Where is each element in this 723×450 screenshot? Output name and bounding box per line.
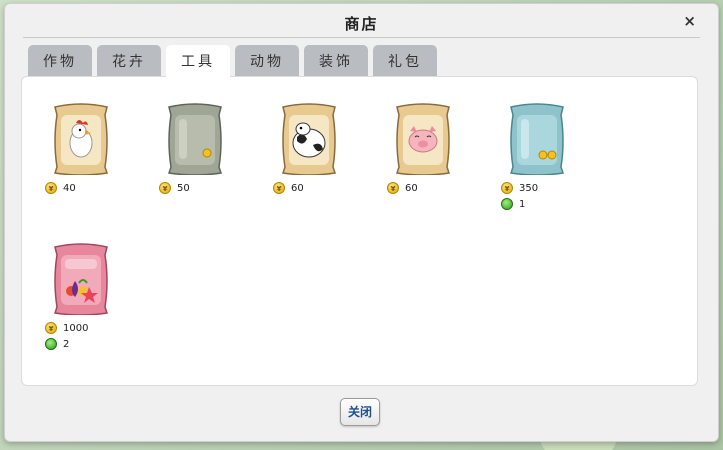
gem-price: 2 <box>45 337 69 351</box>
coin-price: ¥ 60 <box>387 181 418 195</box>
coin-icon: ¥ <box>273 182 285 194</box>
pink-fruit-bag-icon <box>54 243 108 315</box>
gem-price-value: 2 <box>63 338 70 350</box>
item-grid-panel: ¥ 40 ¥ 50 ¥ 60 ¥ 60 ¥ 350 1 ¥ 1000 2 <box>21 76 698 386</box>
gem-icon <box>501 198 513 210</box>
gem-price: 1 <box>501 197 525 211</box>
coin-icon: ¥ <box>387 182 399 194</box>
shop-dialog: 商店 × 作物 花卉 工具 动物 装饰 礼包 ¥ 40 ¥ 50 ¥ 60 ¥ … <box>4 3 719 442</box>
coin-price-value: 60 <box>405 182 418 194</box>
coin-price-value: 40 <box>63 182 76 194</box>
coin-price: ¥ 1000 <box>45 321 88 335</box>
shop-item[interactable]: ¥ 40 <box>45 101 131 211</box>
gem-price-value: 1 <box>519 198 526 210</box>
shop-item[interactable]: ¥ 50 <box>159 101 245 211</box>
blue-fertilizer-bag-icon <box>510 103 564 175</box>
tab-decorations[interactable]: 装饰 <box>304 45 368 79</box>
coin-price: ¥ 60 <box>273 181 304 195</box>
coin-icon: ¥ <box>45 182 57 194</box>
gray-fertilizer-bag-icon <box>168 103 222 175</box>
coin-price-value: 1000 <box>63 322 89 334</box>
shop-item[interactable]: ¥ 1000 2 <box>45 241 131 351</box>
gem-icon <box>45 338 57 350</box>
coin-icon: ¥ <box>45 322 57 334</box>
dialog-title: 商店 <box>344 15 379 33</box>
close-button[interactable]: 关闭 <box>340 398 380 426</box>
coin-price: ¥ 40 <box>45 181 76 195</box>
pig-feed-bag-icon <box>396 103 450 175</box>
coin-price: ¥ 350 <box>501 181 538 195</box>
coin-icon: ¥ <box>501 182 513 194</box>
chicken-feed-bag-icon <box>54 103 108 175</box>
shop-item[interactable]: ¥ 60 <box>387 101 473 211</box>
shop-item[interactable]: ¥ 60 <box>273 101 359 211</box>
tab-flowers[interactable]: 花卉 <box>97 45 161 79</box>
cow-feed-bag-icon <box>282 103 336 175</box>
tab-animals[interactable]: 动物 <box>235 45 299 79</box>
tab-gift-packs[interactable]: 礼包 <box>373 45 437 79</box>
close-icon[interactable]: × <box>683 13 696 29</box>
coin-price: ¥ 50 <box>159 181 190 195</box>
coin-price-value: 50 <box>177 182 190 194</box>
shop-item[interactable]: ¥ 350 1 <box>501 101 587 211</box>
coin-price-value: 60 <box>291 182 304 194</box>
title-divider <box>23 37 700 38</box>
tab-crops[interactable]: 作物 <box>28 45 92 79</box>
coin-price-value: 350 <box>519 182 539 194</box>
coin-icon: ¥ <box>159 182 171 194</box>
tab-tools[interactable]: 工具 <box>166 45 230 81</box>
